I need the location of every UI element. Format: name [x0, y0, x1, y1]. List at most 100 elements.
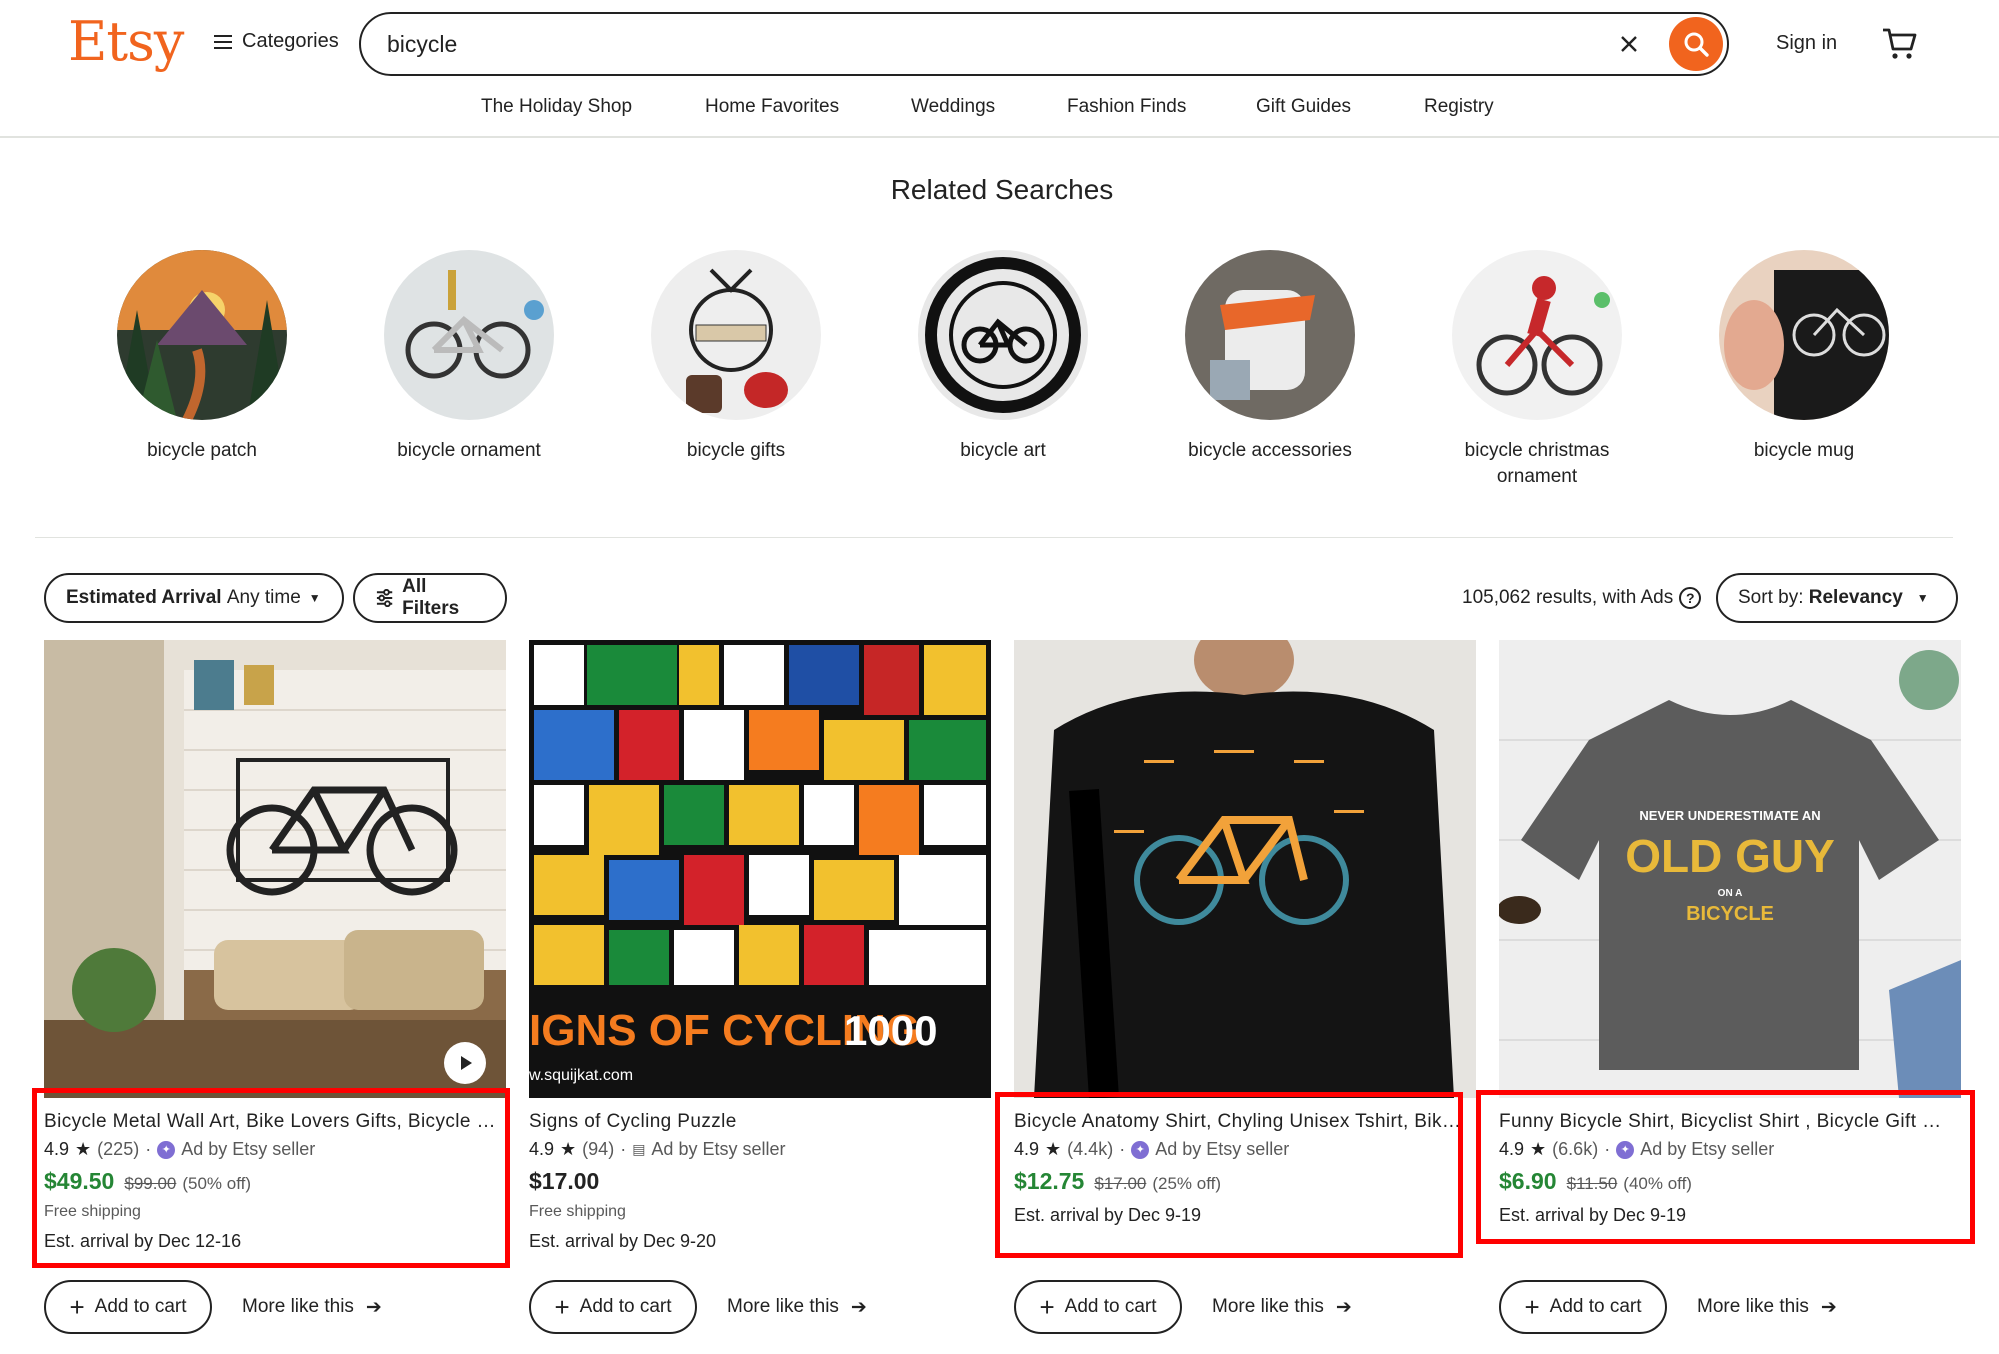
search-bar: bicycle — [359, 12, 1729, 76]
search-input[interactable]: bicycle — [387, 31, 1609, 58]
cart-icon — [1883, 28, 1917, 59]
arrow-right-icon: ➔ — [1335, 1296, 1352, 1318]
related-item-ornament[interactable]: bicycle ornament — [354, 250, 584, 464]
add-to-cart-label: Add to cart — [579, 1296, 672, 1317]
related-item-christmas-ornament[interactable]: bicycle christmas ornament — [1422, 250, 1652, 490]
more-like-this-link[interactable]: More like this ➔ — [1697, 1296, 1837, 1319]
nav-weddings[interactable]: Weddings — [911, 96, 995, 118]
arrow-right-icon: ➔ — [850, 1296, 867, 1318]
related-item-gifts[interactable]: bicycle gifts — [621, 250, 851, 464]
section-divider — [35, 537, 1953, 538]
plus-icon: + — [69, 1292, 85, 1322]
related-image — [1719, 250, 1889, 420]
shirt-text-bottom: BICYCLE — [1686, 903, 1774, 925]
plus-icon: + — [554, 1292, 570, 1322]
all-filters-button[interactable]: All Filters — [353, 573, 507, 623]
related-item-patch[interactable]: bicycle patch — [87, 250, 317, 464]
related-label: bicycle ornament — [397, 440, 541, 461]
caret-down-icon: ▼ — [1916, 591, 1929, 605]
nav-holiday-shop[interactable]: The Holiday Shop — [481, 96, 632, 118]
arrival-estimate: Est. arrival by Dec 9-20 — [529, 1231, 717, 1251]
add-to-cart-label: Add to cart — [1064, 1296, 1157, 1317]
nav-fashion-finds[interactable]: Fashion Finds — [1067, 96, 1186, 118]
listing-actions: + Add to cart More like this ➔ — [1499, 1280, 1837, 1334]
etsy-logo[interactable]: Etsy — [68, 10, 184, 73]
sort-value: Relevancy — [1808, 587, 1903, 608]
listing-card[interactable]: IGNS OF CYCLING 1000 w.squijkat.com Sign… — [529, 640, 991, 1252]
estimated-arrival-filter[interactable]: Estimated Arrival Any time ▼ — [44, 573, 344, 623]
listing-actions: + Add to cart More like this ➔ — [529, 1280, 867, 1334]
close-icon — [1621, 36, 1637, 52]
listing-image[interactable] — [44, 640, 506, 1098]
nav-home-favorites[interactable]: Home Favorites — [705, 96, 839, 118]
sort-dropdown[interactable]: Sort by: Relevancy ▼ — [1716, 573, 1958, 623]
categories-button[interactable]: Categories — [214, 30, 339, 53]
play-video-button[interactable] — [444, 1042, 486, 1084]
add-to-cart-button[interactable]: + Add to cart — [1499, 1280, 1667, 1334]
arrow-right-icon: ➔ — [1820, 1296, 1837, 1318]
shirt-text-small: ON A — [1718, 888, 1743, 899]
related-label: bicycle gifts — [686, 440, 786, 461]
puzzle-website-text: w.squijkat.com — [529, 1067, 633, 1084]
add-to-cart-label: Add to cart — [94, 1296, 187, 1317]
ad-label: Ad by Etsy seller — [651, 1139, 786, 1159]
star-icon: ★ — [560, 1139, 577, 1159]
results-count: 105,062 results, with Ads ? — [1462, 587, 1702, 609]
add-to-cart-label: Add to cart — [1549, 1296, 1642, 1317]
shop-icon: ▤ — [632, 1141, 646, 1157]
add-to-cart-button[interactable]: + Add to cart — [529, 1280, 697, 1334]
related-label: bicycle mug — [1753, 440, 1855, 461]
related-image — [651, 250, 821, 420]
more-like-label: More like this — [1212, 1296, 1324, 1317]
listing-actions: + Add to cart More like this ➔ — [44, 1280, 382, 1334]
more-like-label: More like this — [242, 1296, 354, 1317]
filters-icon — [376, 589, 393, 607]
sort-label: Sort by: — [1738, 587, 1804, 608]
related-label: bicycle accessories — [1188, 440, 1352, 461]
plus-icon: + — [1524, 1292, 1540, 1322]
more-like-this-link[interactable]: More like this ➔ — [727, 1296, 867, 1319]
add-to-cart-button[interactable]: + Add to cart — [44, 1280, 212, 1334]
more-like-label: More like this — [727, 1296, 839, 1317]
related-image — [117, 250, 287, 420]
highlight-box — [995, 1092, 1463, 1258]
plus-icon: + — [1039, 1292, 1055, 1322]
results-text: 105,062 results, with Ads — [1462, 587, 1674, 608]
nav-gift-guides[interactable]: Gift Guides — [1256, 96, 1351, 118]
related-image — [1452, 250, 1622, 420]
related-item-accessories[interactable]: bicycle accessories — [1155, 250, 1385, 464]
related-image — [1185, 250, 1355, 420]
add-to-cart-button[interactable]: + Add to cart — [1014, 1280, 1182, 1334]
related-image — [384, 250, 554, 420]
listing-image[interactable]: IGNS OF CYCLING 1000 w.squijkat.com — [529, 640, 991, 1098]
review-count: (94) — [582, 1139, 615, 1159]
related-searches-title: Related Searches — [890, 174, 1114, 205]
caret-down-icon: ▼ — [308, 591, 321, 605]
nav-registry[interactable]: Registry — [1424, 96, 1494, 118]
search-submit-button[interactable] — [1669, 17, 1723, 71]
listing-actions: + Add to cart More like this ➔ — [1014, 1280, 1352, 1334]
rating-value: 4.9 — [529, 1139, 555, 1159]
clear-search-button[interactable] — [1609, 24, 1649, 64]
related-label: bicycle christmas ornament — [1464, 440, 1610, 487]
all-filters-label: All Filters — [402, 576, 460, 619]
listing-image[interactable]: NEVER UNDERESTIMATE AN OLD GUY ON A BICY… — [1499, 640, 1961, 1098]
categories-label: Categories — [242, 30, 339, 52]
related-item-mug[interactable]: bicycle mug — [1689, 250, 1919, 464]
category-nav: The Holiday Shop Home Favorites Weddings… — [0, 94, 1999, 138]
related-label: bicycle patch — [147, 440, 257, 461]
shirt-text-main: OLD GUY — [1625, 830, 1835, 882]
listing-meta: 4.9 ★ (94) · ▤ Ad by Etsy seller — [529, 1139, 786, 1159]
help-icon[interactable]: ? — [1679, 587, 1702, 609]
related-image — [918, 250, 1088, 420]
more-like-this-link[interactable]: More like this ➔ — [242, 1296, 382, 1319]
related-item-art[interactable]: bicycle art — [888, 250, 1118, 464]
more-like-this-link[interactable]: More like this ➔ — [1212, 1296, 1352, 1319]
highlight-box — [1476, 1090, 1975, 1244]
listing-image[interactable] — [1014, 640, 1476, 1098]
filter-label: Estimated Arrival — [66, 587, 222, 608]
menu-icon — [214, 34, 232, 49]
cart-button[interactable] — [1880, 25, 1918, 61]
listing-title[interactable]: Signs of Cycling Puzzle — [529, 1111, 984, 1133]
sign-in-link[interactable]: Sign in — [1776, 32, 1837, 55]
